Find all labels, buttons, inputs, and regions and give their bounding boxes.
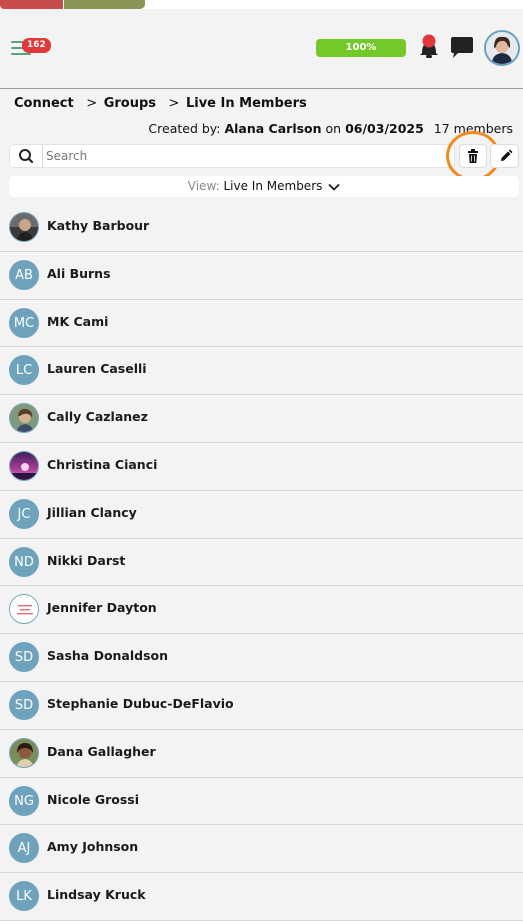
search-box xyxy=(9,144,455,168)
avatar: ND xyxy=(9,546,39,577)
view-selector[interactable]: View: Live In Members xyxy=(9,176,519,197)
breadcrumb: Connect > Groups > Live In Members xyxy=(14,96,307,111)
avatar: LK xyxy=(9,881,39,912)
avatar: MC xyxy=(9,307,39,338)
created-on-word: on xyxy=(325,121,342,136)
avatar: SD xyxy=(9,689,39,720)
member-row[interactable]: Dana Gallagher xyxy=(0,729,523,778)
member-list: Kathy Barbour AB Ali Burns MC MK Cami LC Laure… xyxy=(0,204,523,921)
member-row[interactable]: MC MK Cami xyxy=(0,299,523,348)
creator-name: Alana Carlson xyxy=(224,121,322,136)
chat-icon[interactable] xyxy=(449,36,475,60)
created-by-label: Created by: xyxy=(148,121,221,136)
strip-segment-red xyxy=(0,0,63,9)
view-value: Live In Members xyxy=(223,179,323,193)
member-row[interactable]: LC Lauren Caselli xyxy=(0,347,523,396)
avatar: NG xyxy=(9,785,39,816)
member-name[interactable]: Cally Cazlanez xyxy=(47,409,148,424)
member-row[interactable]: JC Jillian Clancy xyxy=(0,490,523,539)
member-row[interactable]: Jennifer Dayton xyxy=(0,586,523,635)
pencil-icon xyxy=(501,149,513,161)
trash-icon xyxy=(468,149,478,163)
avatar xyxy=(9,594,39,625)
avatar xyxy=(9,212,39,242)
avatar: SD xyxy=(9,642,39,673)
member-row[interactable]: Cally Cazlanez xyxy=(0,395,523,443)
member-row[interactable]: LK Lindsay Kruck xyxy=(0,873,523,921)
member-row[interactable]: SD Stephanie Dubuc-DeFlavio xyxy=(0,681,523,730)
delete-group-button[interactable] xyxy=(459,144,487,168)
breadcrumb-separator: > xyxy=(86,96,98,111)
member-name[interactable]: Lauren Caselli xyxy=(47,361,147,376)
member-name[interactable]: Nicole Grossi xyxy=(47,792,139,807)
bell-icon[interactable] xyxy=(418,33,440,61)
member-row[interactable]: NG Nicole Grossi xyxy=(0,777,523,826)
member-name[interactable]: Jillian Clancy xyxy=(47,505,137,520)
member-row[interactable]: SD Sasha Donaldson xyxy=(0,634,523,682)
breadcrumb-separator: > xyxy=(168,96,180,111)
member-name[interactable]: MK Cami xyxy=(47,314,108,329)
user-avatar[interactable] xyxy=(484,30,520,66)
member-name[interactable]: Lindsay Kruck xyxy=(47,887,146,902)
search-icon[interactable] xyxy=(10,145,43,167)
member-name[interactable]: Stephanie Dubuc-DeFlavio xyxy=(47,696,234,711)
member-name[interactable]: Dana Gallagher xyxy=(47,744,156,759)
breadcrumb-item-current: Live In Members xyxy=(185,96,307,111)
member-name[interactable]: Jennifer Dayton xyxy=(47,600,157,615)
avatar: JC xyxy=(9,498,39,529)
member-row[interactable]: AB Ali Burns xyxy=(0,251,523,300)
member-name[interactable]: Amy Johnson xyxy=(47,839,138,854)
search-input[interactable] xyxy=(46,146,446,166)
chevron-down-icon xyxy=(328,183,340,191)
group-created-info: Created by: Alana Carlson on 06/03/2025 … xyxy=(148,121,513,136)
search-toolbar xyxy=(9,131,519,181)
member-name[interactable]: Kathy Barbour xyxy=(47,218,149,233)
member-row[interactable]: AJ Amy Johnson xyxy=(0,825,523,874)
edit-group-button[interactable] xyxy=(490,144,519,168)
member-row[interactable]: ND Nikki Darst xyxy=(0,538,523,587)
avatar: AB xyxy=(9,259,39,290)
member-row[interactable]: Kathy Barbour xyxy=(0,204,523,252)
avatar: AJ xyxy=(9,833,39,864)
breadcrumb-item-connect[interactable]: Connect xyxy=(14,96,74,111)
member-name[interactable]: Nikki Darst xyxy=(47,553,125,568)
notification-count-badge: 162 xyxy=(22,38,51,53)
member-name[interactable]: Sasha Donaldson xyxy=(47,648,168,663)
avatar: LC xyxy=(9,355,39,386)
member-row[interactable]: Christina Cianci xyxy=(0,442,523,491)
avatar xyxy=(9,450,39,481)
member-name[interactable]: Ali Burns xyxy=(47,266,111,281)
top-color-strip xyxy=(0,0,523,9)
strip-segment-olive xyxy=(64,0,145,9)
breadcrumb-item-groups[interactable]: Groups xyxy=(104,96,156,111)
view-label: View: xyxy=(187,179,220,193)
avatar xyxy=(9,403,39,434)
profile-progress-bar: 100% xyxy=(316,39,406,57)
created-date: 06/03/2025 xyxy=(345,121,424,136)
app-header: 162 100% xyxy=(0,9,523,89)
avatar xyxy=(9,737,39,768)
member-name[interactable]: Christina Cianci xyxy=(47,457,157,472)
member-count: 17 members xyxy=(433,121,513,136)
